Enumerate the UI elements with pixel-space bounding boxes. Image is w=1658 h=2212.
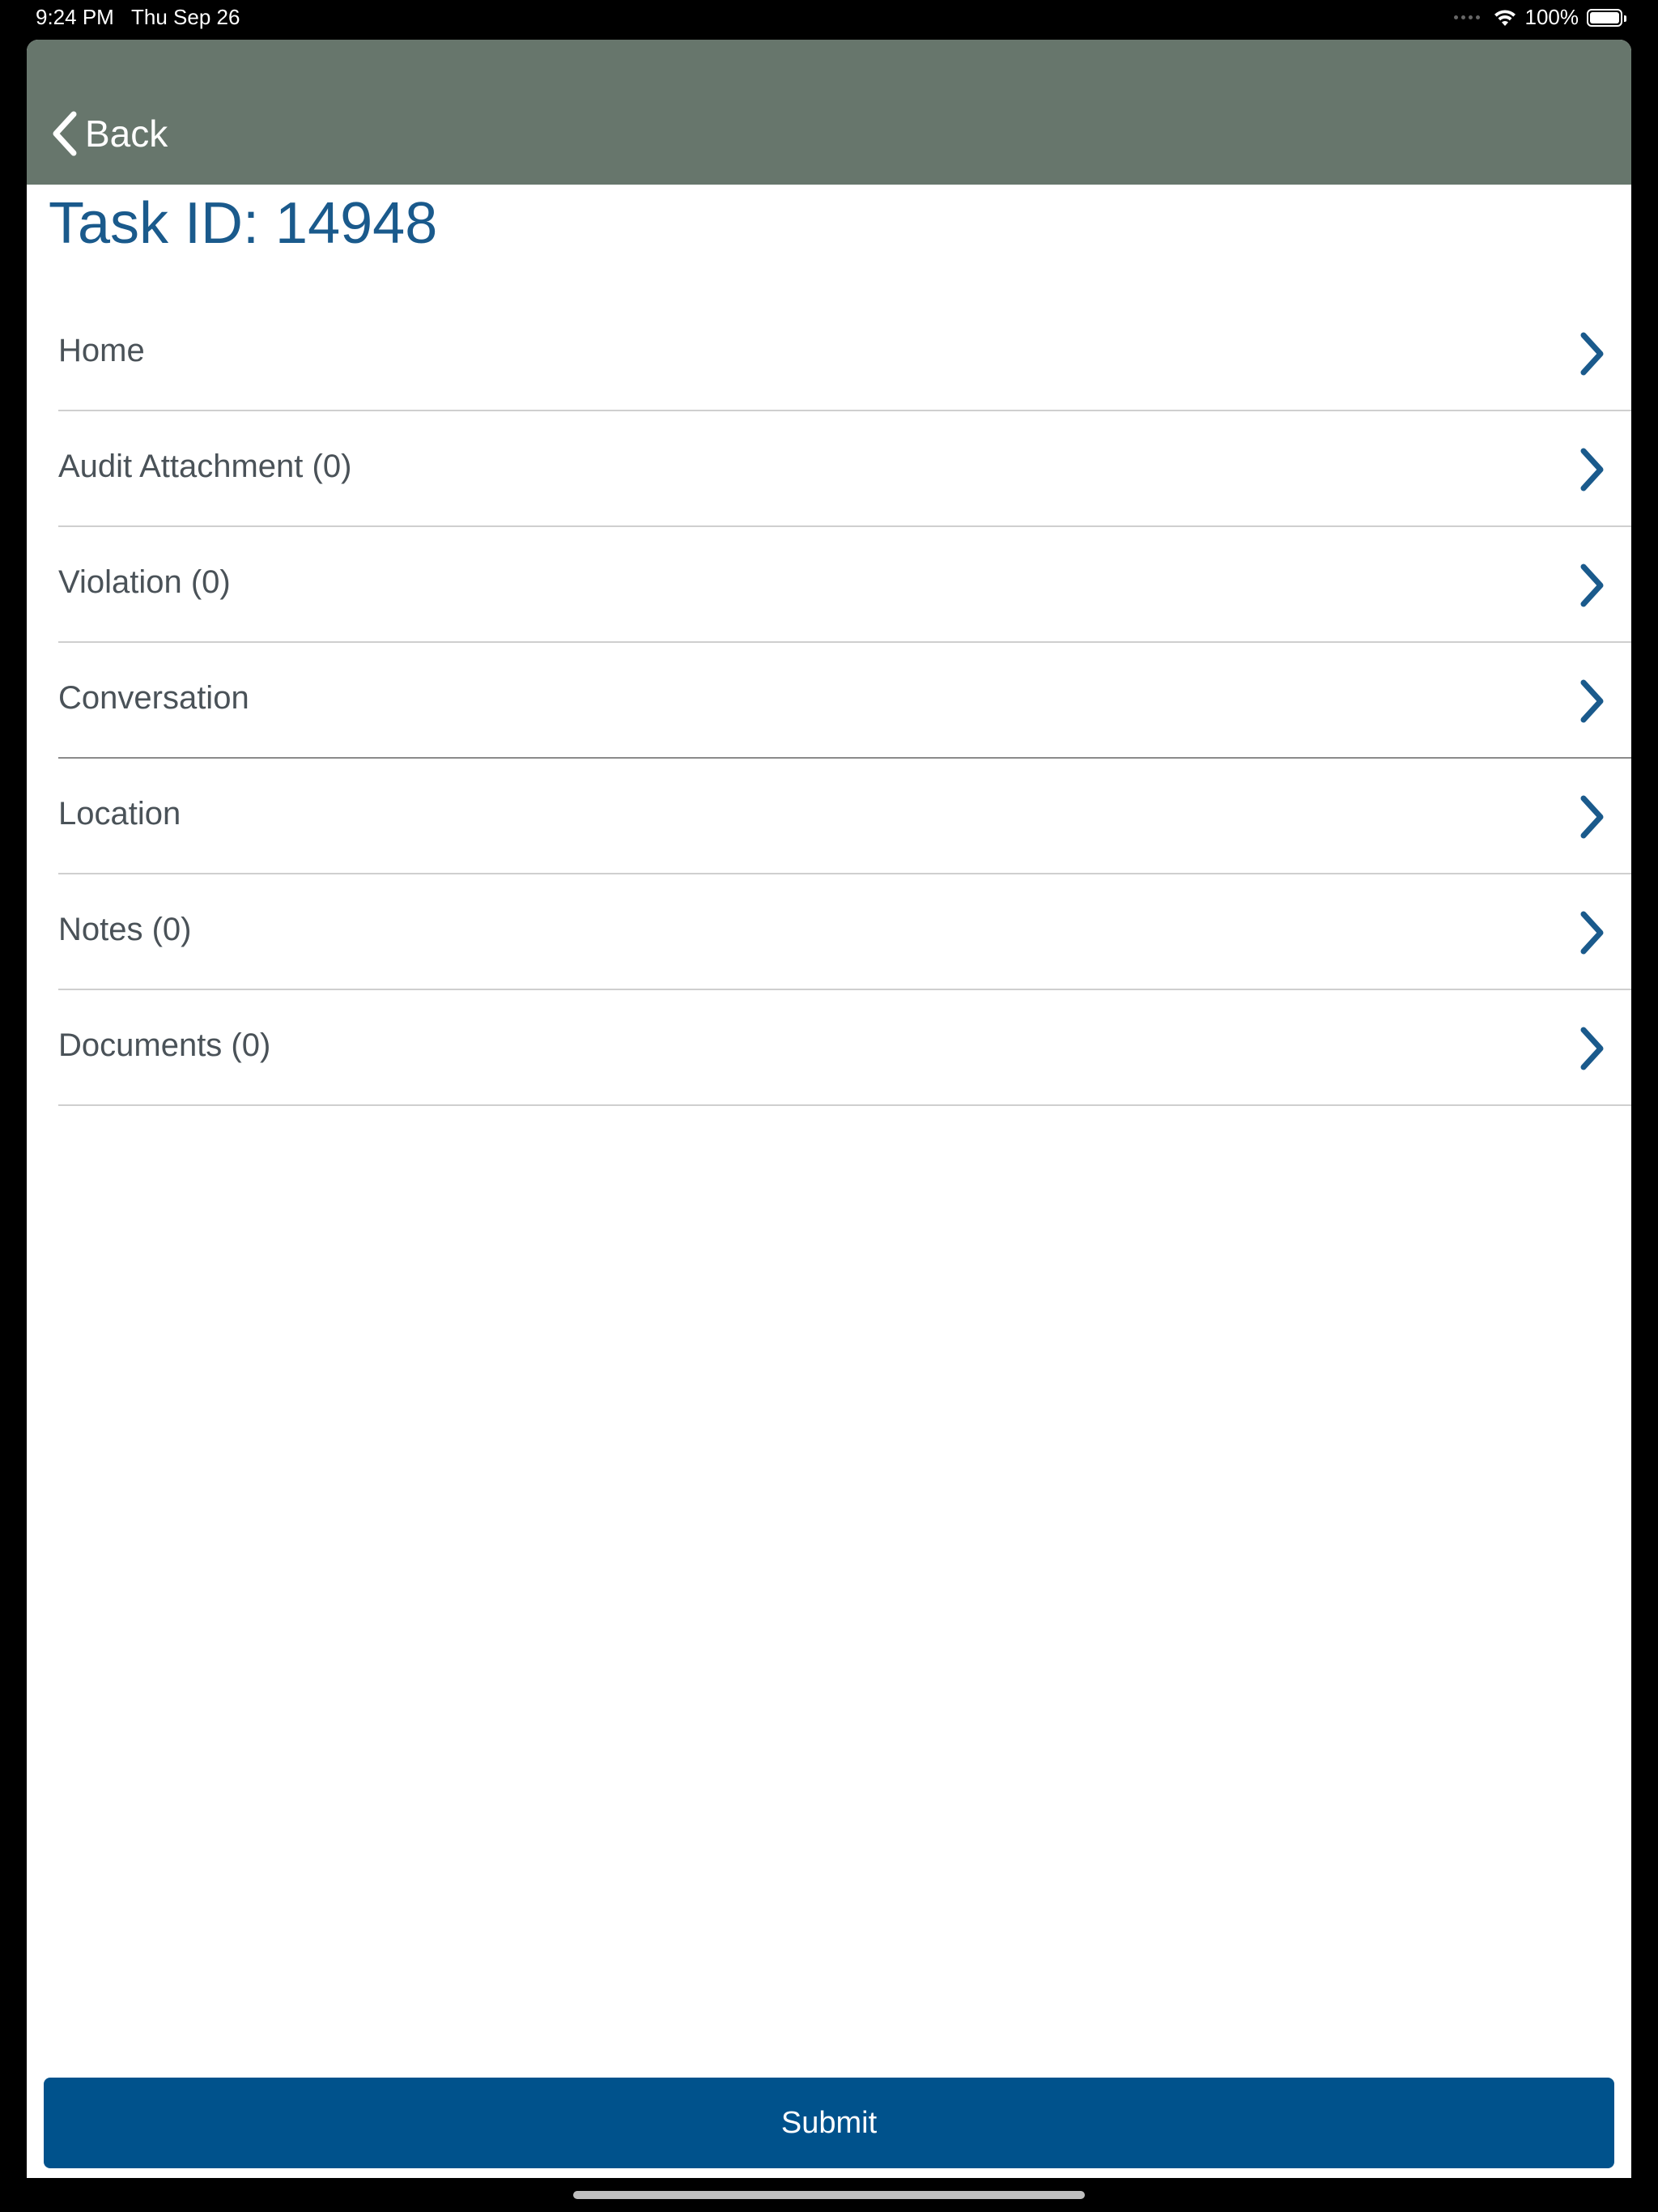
- menu-item-notes[interactable]: Notes (0): [58, 874, 1631, 990]
- menu-item-label: Documents (0): [58, 1027, 271, 1063]
- menu-item-label: Notes (0): [58, 912, 192, 947]
- home-indicator[interactable]: [573, 2191, 1085, 2199]
- navigation-bar: Back: [27, 40, 1631, 185]
- battery-percent: 100%: [1524, 5, 1579, 29]
- menu-item-label: Conversation: [58, 680, 249, 716]
- chevron-right-icon: [1580, 564, 1604, 607]
- menu-item-violation[interactable]: Violation (0): [58, 527, 1631, 643]
- chevron-right-icon: [1580, 448, 1604, 491]
- menu-item-conversation[interactable]: Conversation: [58, 643, 1631, 759]
- menu-item-home[interactable]: Home: [58, 296, 1631, 411]
- menu-item-location[interactable]: Location: [58, 759, 1631, 874]
- status-time: 9:24 PM: [36, 5, 114, 29]
- menu-item-label: Home: [58, 333, 145, 368]
- page-title: Task ID: 14948: [49, 191, 438, 256]
- back-button[interactable]: Back: [51, 111, 168, 156]
- status-indicators: 100%: [1453, 5, 1626, 30]
- chevron-right-icon: [1580, 332, 1604, 376]
- chevron-right-icon: [1580, 911, 1604, 955]
- chevron-right-icon: [1580, 1027, 1604, 1070]
- menu-item-audit-attachment[interactable]: Audit Attachment (0): [58, 411, 1631, 527]
- back-label: Back: [85, 113, 168, 155]
- task-menu-list: Home Audit Attachment (0) Violation (0) …: [58, 296, 1631, 1106]
- battery-icon: [1587, 8, 1626, 27]
- chevron-right-icon: [1580, 679, 1604, 723]
- app-screen: Back Task ID: 14948 Home Audit Attachmen…: [27, 40, 1631, 2178]
- menu-item-label: Location: [58, 796, 181, 832]
- status-date: Thu Sep 26: [131, 5, 240, 29]
- chevron-left-icon: [53, 111, 77, 156]
- device-frame: 9:24 PM Thu Sep 26 100% Back Task ID: 14…: [0, 0, 1658, 2212]
- menu-item-documents[interactable]: Documents (0): [58, 990, 1631, 1106]
- cellular-signal-icon: [1453, 15, 1480, 19]
- chevron-right-icon: [1580, 795, 1604, 839]
- menu-item-label: Audit Attachment (0): [58, 449, 352, 484]
- status-bar: 9:24 PM Thu Sep 26 100%: [0, 0, 1658, 39]
- submit-button[interactable]: Submit: [44, 2078, 1614, 2168]
- menu-item-label: Violation (0): [58, 564, 231, 600]
- wifi-icon: [1494, 9, 1516, 26]
